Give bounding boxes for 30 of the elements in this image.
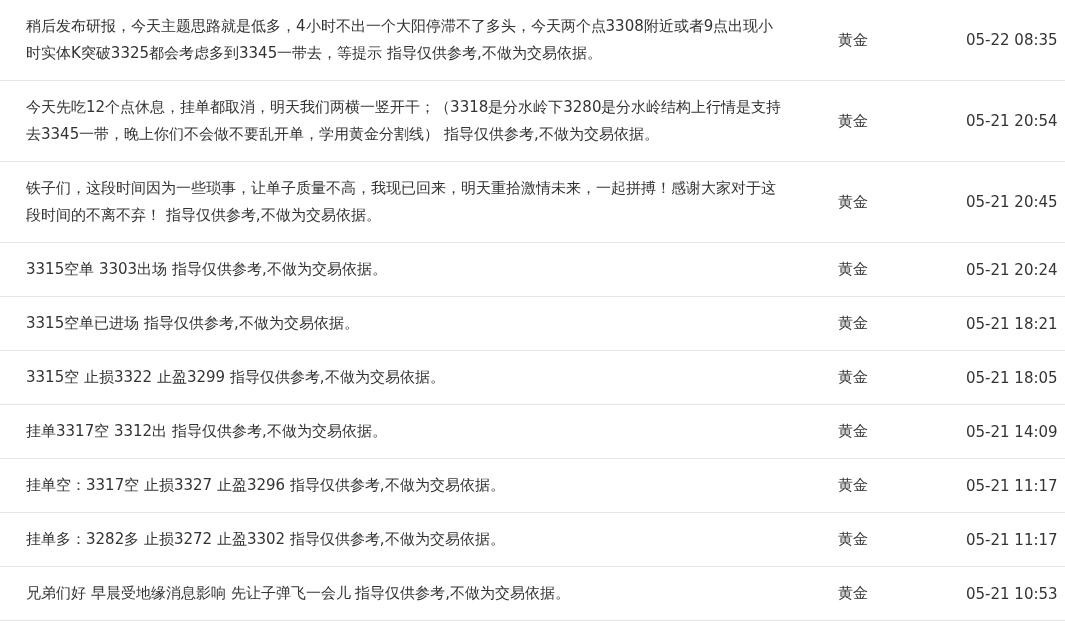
category-label: 黄金 xyxy=(838,422,869,441)
message-text: 3315空 止损3322 止盈3299 指导仅供参考,不做为交易依据。 xyxy=(26,367,446,388)
message-text: 兄弟们好 早晨受地缘消息影响 先让子弹飞一会儿 指导仅供参考,不做为交易依据。 xyxy=(26,583,572,604)
timestamp: 05-22 08:35 xyxy=(966,31,1058,49)
category-label: 黄金 xyxy=(838,584,869,603)
category-label: 黄金 xyxy=(838,368,869,387)
category-label: 黄金 xyxy=(838,314,869,333)
timestamp: 05-21 10:53 xyxy=(966,584,1058,603)
message-text: 挂单空：3317空 止损3327 止盈3296 指导仅供参考,不做为交易依据。 xyxy=(26,475,506,496)
category-label: 黄金 xyxy=(838,192,869,212)
message-text: 3315空单 3303出场 指导仅供参考,不做为交易依据。 xyxy=(26,259,388,280)
timestamp: 05-21 20:54 xyxy=(966,112,1058,130)
category-label: 黄金 xyxy=(838,530,869,549)
message-text: 今天先吃12个点休息，挂单都取消，明天我们两横一竖开干；（3318是分水岭下3280是分水岭结构上行情是支持去3345一带，晚上你们不会做不要乱开单，学用黄金分割线） 指导仅供参考,不做为交易依据。 xyxy=(26,97,783,145)
message-text: 3315空单已进场 指导仅供参考,不做为交易依据。 xyxy=(26,313,360,334)
timestamp: 05-21 20:45 xyxy=(966,193,1058,211)
timestamp: 05-21 18:05 xyxy=(966,368,1058,387)
message-text: 铁子们，这段时间因为一些琐事，让单子质量不高，我现已回来，明天重拾激情未来，一起拼搏！感谢大家对于这段时间的不离不弃！ 指导仅供参考,不做为交易依据。 xyxy=(26,178,777,226)
message-text: 挂单多：3282多 止损3272 止盈3302 指导仅供参考,不做为交易依据。 xyxy=(26,529,506,550)
timestamp: 05-21 20:24 xyxy=(966,260,1058,279)
category-label: 黄金 xyxy=(838,30,869,50)
category-label: 黄金 xyxy=(838,111,869,131)
timestamp: 05-21 18:21 xyxy=(966,314,1058,333)
timestamp: 05-21 11:17 xyxy=(966,530,1058,549)
message-text: 稍后发布研报，今天主题思路就是低多，4小时不出一个大阳停滞不了多头，今天两个点3308附近或者9点出现小时实体K突破3325都会考虑多到3345一带去，等提示 指导仅供参考,不做为交易依据。 xyxy=(26,16,775,64)
timestamp: 05-21 14:09 xyxy=(966,422,1058,441)
message-text: 挂单3317空 3312出 指导仅供参考,不做为交易依据。 xyxy=(26,421,388,442)
category-label: 黄金 xyxy=(838,476,869,495)
timestamp: 05-21 11:17 xyxy=(966,476,1058,495)
category-label: 黄金 xyxy=(838,260,869,279)
